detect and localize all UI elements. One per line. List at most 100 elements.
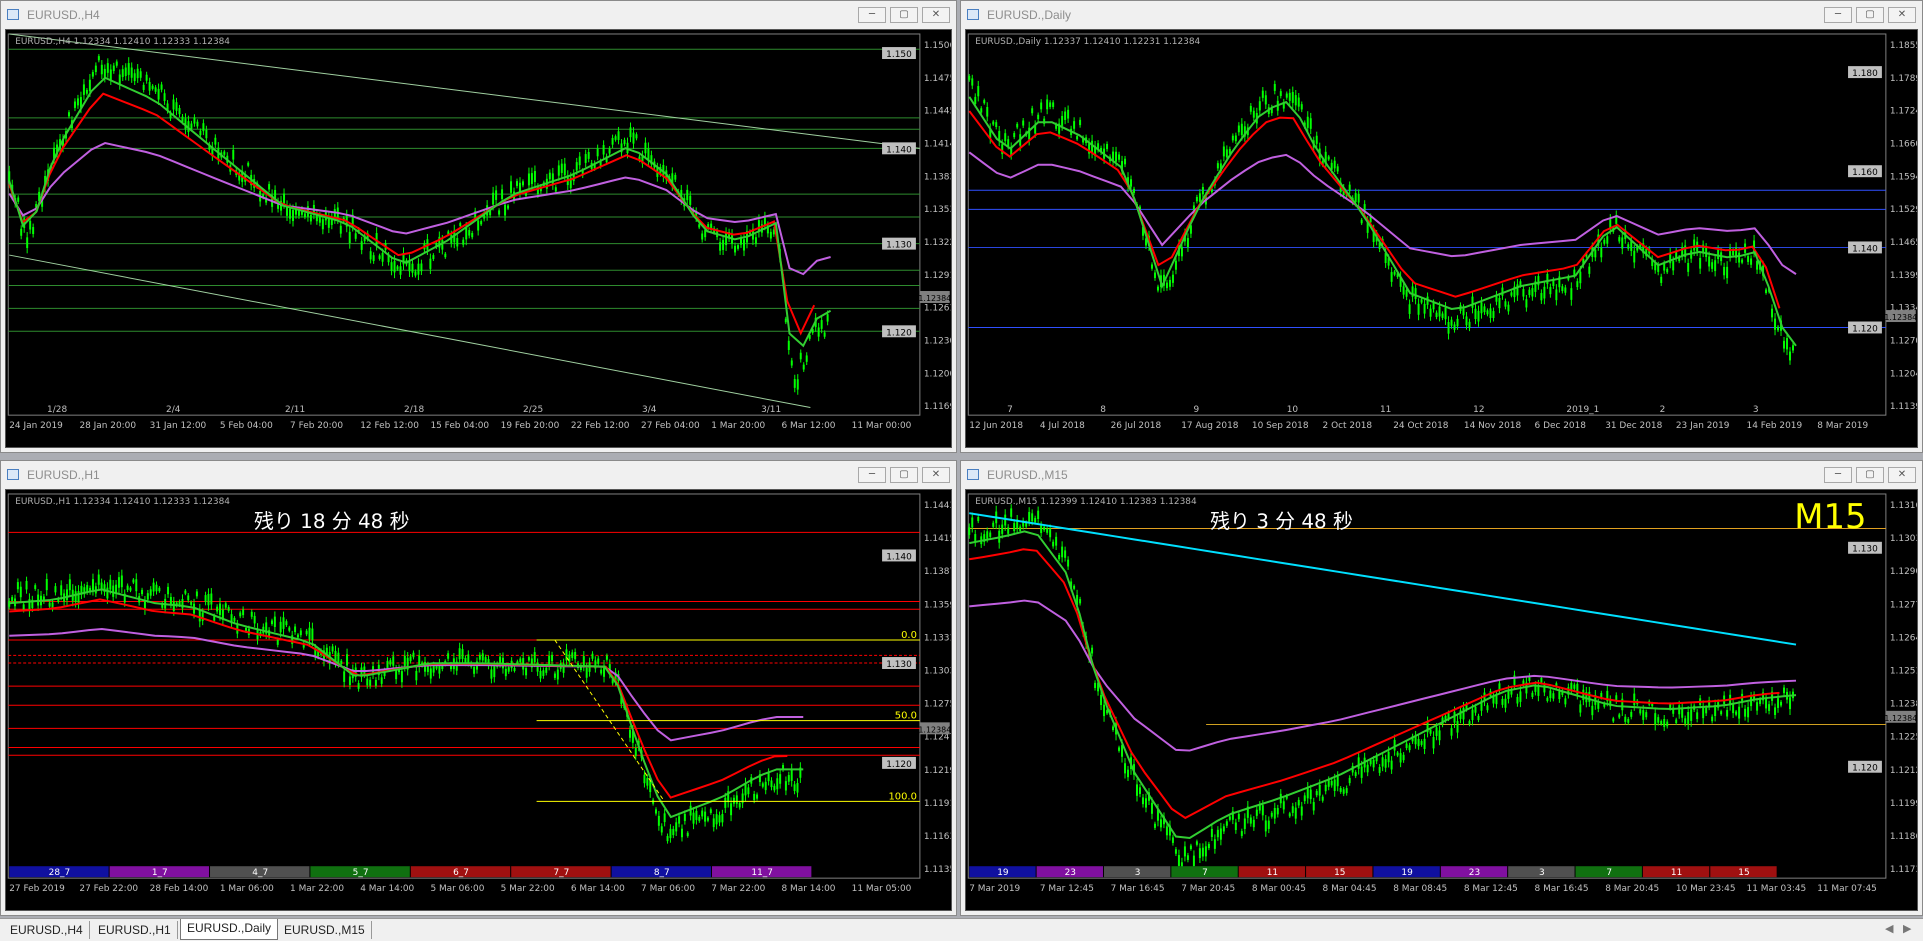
maximize-button[interactable]: ▢ (1856, 7, 1884, 23)
chart-area[interactable]: 1.18555 1.17890 1.17245 1.16600 1.15940 1.152… (965, 29, 1918, 448)
candle-body (337, 652, 340, 663)
candle-body (1429, 729, 1432, 734)
tab-eurusd-daily[interactable]: EURUSD.,Daily (180, 919, 279, 940)
tab-scroll-right-icon[interactable]: ▶ (1903, 922, 1911, 935)
candle-body (1435, 312, 1438, 318)
candle-body (548, 655, 551, 666)
candle-body (1678, 705, 1681, 715)
candle-body (1633, 250, 1636, 263)
candle-body (1390, 760, 1393, 770)
candle-body (172, 601, 175, 612)
y-axis-tick-label: 1.11690 (924, 402, 951, 412)
candle-body (971, 78, 974, 86)
candle-body (686, 189, 689, 201)
minimize-button[interactable]: ─ (858, 467, 886, 483)
y-axis-tick-label: 1.12040 (1890, 369, 1917, 379)
close-button[interactable]: ✕ (1888, 7, 1916, 23)
candle-body (1216, 163, 1219, 169)
tab-scroll-left-icon[interactable]: ◀ (1885, 922, 1893, 935)
candle-body (1094, 682, 1097, 689)
window-eurusd-h4[interactable]: EURUSD.,H4 ─ ▢ ✕ 1.150601.147551.144501.… (0, 0, 957, 453)
candle-body (1061, 115, 1064, 126)
candle-body (715, 814, 718, 825)
candle-body (1144, 798, 1147, 808)
candle-body (734, 245, 737, 253)
maximize-button[interactable]: ▢ (890, 467, 918, 483)
candle-body (1040, 525, 1043, 534)
candle-body (1249, 105, 1252, 112)
candle-body (127, 63, 130, 75)
candle-body (1690, 709, 1693, 721)
period-separator-label: 2/11 (285, 405, 305, 415)
candle-body (294, 626, 297, 633)
tab-eurusd-m15[interactable]: EURUSD.,M15 (278, 921, 372, 939)
window-titlebar[interactable]: EURUSD.,H1 ─ ▢ ✕ (1, 461, 956, 489)
price-chart[interactable]: 0.0 50.0 100.0 1.14430 1.14150 1.13870 1.13590… (6, 490, 951, 910)
candle-body (465, 227, 468, 240)
chart-symbol-info: EURUSD.,Daily 1.12337 1.12410 1.12231 1.… (975, 37, 1200, 47)
candle-body (1091, 647, 1094, 654)
candle-body (992, 121, 995, 125)
maximize-button[interactable]: ▢ (890, 7, 918, 23)
candle-body (660, 826, 663, 833)
candle-body (1777, 698, 1780, 708)
x-axis-tick-label: 24 Oct 2018 (1393, 421, 1449, 431)
candle-body (495, 190, 498, 200)
minimize-button[interactable]: ─ (858, 7, 886, 23)
candle-body (632, 132, 635, 144)
close-button[interactable]: ✕ (922, 7, 950, 23)
y-axis-tick-label: 1.11995 (1890, 799, 1917, 809)
candle-body (986, 531, 989, 539)
y-axis-tick-label: 1.12770 (1890, 600, 1917, 610)
window-titlebar[interactable]: EURUSD.,H4 ─ ▢ ✕ (1, 1, 956, 29)
x-axis-tick-label: 8 Mar 2019 (1817, 421, 1868, 431)
price-chart[interactable]: 1.15060 1.14755 1.14450 1.14145 1.13835 1.135… (6, 30, 951, 447)
candle-body (644, 142, 647, 154)
candle-body (48, 602, 51, 607)
x-axis-tick-label: 7 Mar 16:45 (1111, 884, 1165, 894)
candle-body (1579, 704, 1582, 713)
minimize-button[interactable]: ─ (1824, 467, 1852, 483)
candle-body (556, 669, 559, 680)
candle-body (1079, 119, 1082, 126)
window-titlebar[interactable]: EURUSD.,M15 ─ ▢ ✕ (961, 461, 1922, 489)
tab-eurusd-h1[interactable]: EURUSD.,H1 (92, 921, 178, 939)
window-eurusd-daily[interactable]: EURUSD.,Daily ─ ▢ ✕ 1.18555 1.17890 1.1724… (960, 0, 1923, 453)
window-eurusd-h1[interactable]: EURUSD.,H1 ─ ▢ ✕ 0.0 50.0 100.0 1.14430 1.14… (0, 460, 957, 916)
window-eurusd-m15[interactable]: EURUSD.,M15 ─ ▢ ✕ 1.131601.130301.129001… (960, 460, 1923, 916)
close-button[interactable]: ✕ (1888, 467, 1916, 483)
chart-area[interactable]: 0.0 50.0 100.0 1.14430 1.14150 1.13870 1.13590… (5, 489, 952, 911)
candle-body (698, 224, 701, 228)
candle-body (1747, 707, 1750, 718)
maximize-button[interactable]: ▢ (1856, 467, 1884, 483)
candle-body (1273, 84, 1276, 91)
y-axis-tick-label: 1.17245 (1890, 107, 1917, 117)
chart-area[interactable]: 1.13160 1.13030 1.12900 1.12770 1.12640 1.125… (965, 489, 1918, 911)
candle-body (1049, 528, 1052, 538)
price-chart[interactable]: 1.13160 1.13030 1.12900 1.12770 1.12640 1.125… (966, 490, 1917, 910)
minimize-button[interactable]: ─ (1824, 7, 1852, 23)
candle-body (680, 828, 683, 838)
candle-body (1007, 139, 1010, 147)
x-axis-tick-label: 8 Mar 08:45 (1393, 884, 1447, 894)
session-label: 7_7 (553, 868, 569, 878)
candle-body (1663, 718, 1666, 727)
candle-body (94, 65, 97, 73)
candle-body (1153, 823, 1156, 828)
candle-body (1252, 819, 1255, 828)
candle-body (1645, 712, 1648, 718)
candle-body (1720, 711, 1723, 715)
tab-eurusd-h4[interactable]: EURUSD.,H4 (4, 921, 90, 939)
candle-body (742, 239, 745, 251)
price-chart[interactable]: 1.18555 1.17890 1.17245 1.16600 1.15940 1.152… (966, 30, 1917, 447)
candle-body (375, 233, 378, 245)
window-titlebar[interactable]: EURUSD.,Daily ─ ▢ ✕ (961, 1, 1922, 29)
close-button[interactable]: ✕ (922, 467, 950, 483)
candle-body (65, 589, 68, 601)
candle-body (971, 517, 974, 528)
candle-body (1417, 738, 1420, 747)
x-axis-tick-label: 7 Mar 2019 (969, 884, 1020, 894)
candle-body (1540, 293, 1543, 301)
chart-area[interactable]: 1.15060 1.14755 1.14450 1.14145 1.13835 1.135… (5, 29, 952, 448)
candle-body (596, 148, 599, 157)
